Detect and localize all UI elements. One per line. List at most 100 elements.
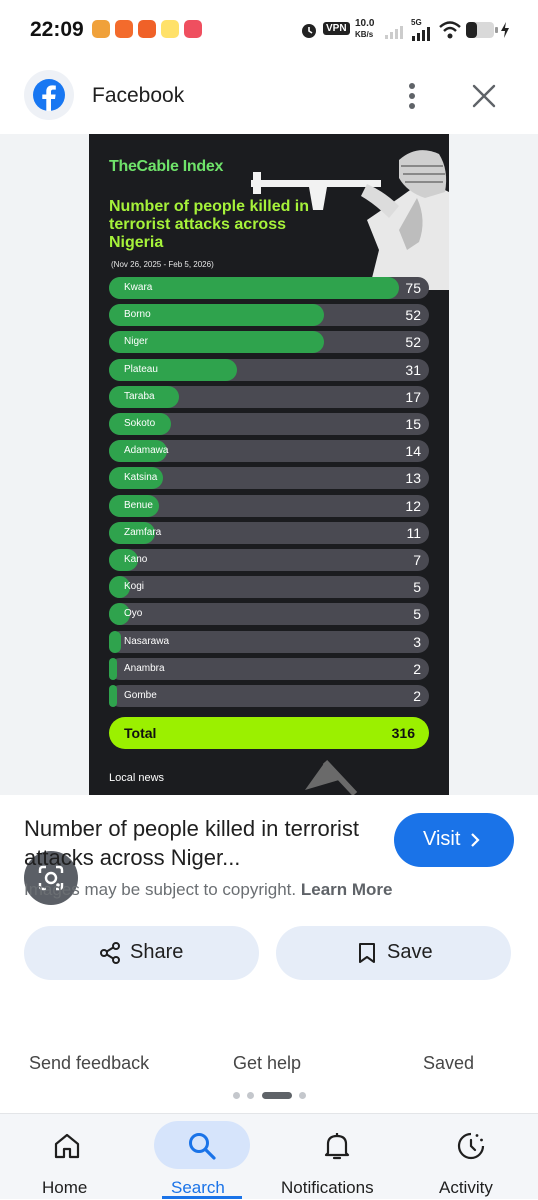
net-speed-unit: KB/s bbox=[355, 30, 374, 39]
site-logo bbox=[24, 70, 74, 120]
share-label: Share bbox=[130, 941, 184, 963]
search-icon bbox=[189, 1133, 216, 1160]
nav-activity[interactable]: Activity bbox=[426, 1114, 526, 1200]
bar-label: Nasarawa bbox=[124, 635, 170, 647]
result-header: Facebook bbox=[0, 62, 538, 134]
bar-label: Katsina bbox=[124, 472, 158, 484]
soldier-illustration-icon bbox=[251, 150, 449, 290]
bar-row: Oyo 5 bbox=[109, 603, 429, 626]
alarm-icon bbox=[302, 24, 316, 38]
bar-value: 3 bbox=[413, 633, 421, 650]
notification-app-icon bbox=[184, 20, 202, 38]
bar-row: Adamawa 14 bbox=[109, 440, 429, 463]
bar-value: 7 bbox=[413, 552, 421, 568]
bar-label: Taraba bbox=[124, 390, 155, 402]
bar-label: Adamawa bbox=[124, 445, 169, 457]
bar-value: 2 bbox=[413, 660, 421, 677]
bar-value: 12 bbox=[405, 497, 421, 514]
bar-row: Katsina 13 bbox=[109, 467, 429, 490]
bar-label: Kano bbox=[124, 554, 148, 565]
visit-button[interactable]: Visit bbox=[394, 813, 514, 867]
bookmark-icon bbox=[359, 943, 375, 963]
bar-value: 15 bbox=[405, 416, 421, 432]
bar-label: Oyo bbox=[124, 608, 143, 620]
share-icon bbox=[100, 942, 120, 964]
bottom-navigation: Home Search Notifications Activity bbox=[0, 1113, 538, 1199]
bar-row: Kano 7 bbox=[109, 549, 429, 571]
pager-dot bbox=[299, 1092, 306, 1099]
save-label: Save bbox=[387, 941, 433, 963]
bar-fill bbox=[109, 685, 117, 707]
copyright-text: Images may be subject to copyright. bbox=[24, 880, 297, 899]
saved-link[interactable]: Saved bbox=[423, 1053, 474, 1074]
nav-notifications[interactable]: Notifications bbox=[276, 1114, 396, 1200]
result-title[interactable]: Number of people killed in terrorist att… bbox=[24, 814, 384, 872]
bar-row: Anambra 2 bbox=[109, 657, 429, 680]
bar-label: Zamfara bbox=[124, 526, 162, 538]
bar-value: 13 bbox=[405, 470, 421, 487]
infographic-image[interactable]: TheCable Index Number of people killed i… bbox=[89, 134, 449, 795]
send-feedback-link[interactable]: Send feedback bbox=[29, 1053, 149, 1074]
get-help-link[interactable]: Get help bbox=[233, 1053, 301, 1074]
save-button[interactable]: Save bbox=[276, 926, 511, 980]
infographic-date-range: (Nov 26, 2025 - Feb 5, 2026) bbox=[111, 260, 214, 269]
close-button[interactable] bbox=[466, 78, 502, 114]
bar-value: 52 bbox=[405, 307, 421, 324]
bar-value: 52 bbox=[405, 334, 421, 351]
bar-row: Niger 52 bbox=[109, 331, 429, 354]
bar-row: Sokoto 15 bbox=[109, 413, 429, 435]
nav-notifications-label: Notifications bbox=[281, 1178, 374, 1197]
nav-activity-label: Activity bbox=[439, 1178, 493, 1197]
infographic-footer: Local news bbox=[109, 772, 165, 784]
bar-row: Zamfara 11 bbox=[109, 521, 429, 544]
bar-label: Gombe bbox=[124, 690, 157, 701]
notification-app-icon bbox=[115, 20, 133, 38]
bar-value: 31 bbox=[405, 361, 421, 378]
arrow-watermark-icon bbox=[305, 759, 358, 795]
total-value: 316 bbox=[391, 725, 415, 741]
bar-value: 14 bbox=[405, 443, 421, 460]
bell-icon bbox=[324, 1133, 350, 1160]
notification-app-icon bbox=[92, 20, 110, 38]
home-icon bbox=[54, 1133, 80, 1159]
net-speed: 10.0 bbox=[355, 18, 375, 29]
bar-label: Niger bbox=[124, 336, 148, 348]
nav-home[interactable]: Home bbox=[20, 1114, 115, 1200]
notification-app-icon bbox=[138, 20, 156, 38]
bar-row: Plateau 31 bbox=[109, 358, 429, 381]
bar-label: Kwara bbox=[124, 282, 153, 293]
wifi-icon bbox=[439, 21, 461, 39]
pager-dot-active bbox=[262, 1092, 292, 1099]
bar-fill bbox=[109, 277, 399, 299]
bar-value: 11 bbox=[406, 524, 421, 541]
chevron-right-icon bbox=[471, 833, 480, 847]
bar-value: 2 bbox=[413, 688, 421, 704]
status-time: 22:09 bbox=[30, 18, 84, 41]
bar-row: Taraba 17 bbox=[109, 385, 429, 408]
nav-search[interactable]: Search bbox=[150, 1114, 254, 1200]
bar-row: Kogi 5 bbox=[109, 576, 429, 599]
bar-row: Gombe 2 bbox=[109, 685, 429, 707]
image-preview[interactable]: TheCable Index Number of people killed i… bbox=[0, 134, 538, 905]
bar-label: Borno bbox=[124, 309, 151, 321]
nav-search-label: Search bbox=[171, 1178, 225, 1197]
vpn-badge: VPN bbox=[323, 22, 350, 35]
bar-label: Anambra bbox=[124, 662, 165, 674]
site-name[interactable]: Facebook bbox=[92, 84, 184, 108]
bar-label: Benue bbox=[124, 499, 153, 511]
pager-dot bbox=[247, 1092, 254, 1099]
more-options-button[interactable] bbox=[396, 76, 428, 116]
bar-value: 5 bbox=[413, 606, 421, 623]
total-label: Total bbox=[124, 725, 157, 741]
charging-icon bbox=[501, 22, 509, 38]
copyright-notice: Images may be subject to copyright. Lear… bbox=[24, 880, 393, 900]
bar-row: Borno 52 bbox=[109, 304, 429, 327]
bar-row: Nasarawa 3 bbox=[109, 630, 429, 653]
facebook-logo-icon bbox=[33, 79, 65, 111]
learn-more-link[interactable]: Learn More bbox=[301, 880, 393, 899]
share-button[interactable]: Share bbox=[24, 926, 259, 980]
bar-value: 17 bbox=[405, 388, 421, 405]
pager-dot bbox=[233, 1092, 240, 1099]
signal-weak-icon bbox=[385, 26, 403, 39]
bar-value: 75 bbox=[405, 280, 421, 296]
